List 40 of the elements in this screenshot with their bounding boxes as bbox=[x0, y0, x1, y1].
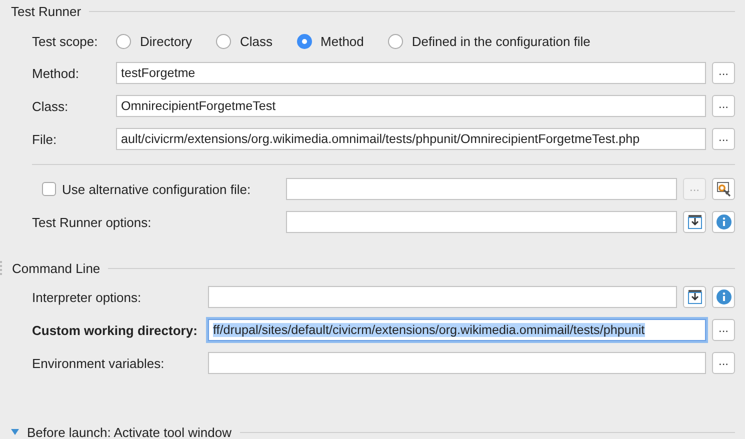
text-field[interactable]: ault/civicrm/extensions/org.wikimedia.omnimail/tests/phpunit/OmnirecipientForgetmeTest.php bbox=[116, 128, 706, 150]
insert-icon bbox=[686, 214, 702, 230]
configure-button[interactable] bbox=[712, 178, 735, 200]
text-field[interactable] bbox=[208, 286, 677, 308]
browse-button[interactable]: ... bbox=[712, 352, 735, 374]
info-button[interactable] bbox=[712, 211, 735, 233]
insert-icon bbox=[686, 289, 702, 305]
info-icon bbox=[716, 289, 732, 305]
browse-button[interactable]: ... bbox=[712, 128, 735, 150]
expand-field-button[interactable] bbox=[683, 211, 706, 233]
section-title: Before launch: Activate tool window bbox=[27, 424, 232, 439]
info-icon bbox=[716, 214, 732, 230]
field-label: Test Runner options: bbox=[32, 214, 152, 230]
section-title: Command Line bbox=[12, 260, 100, 276]
info-button[interactable] bbox=[712, 286, 735, 308]
field-label: Interpreter options: bbox=[32, 290, 142, 304]
checkbox-label: Use alternative configuration file: bbox=[62, 182, 251, 196]
text-field[interactable] bbox=[208, 352, 706, 374]
field-label: Environment variables: bbox=[32, 356, 166, 370]
text-field[interactable] bbox=[286, 211, 677, 233]
expand-field-button[interactable] bbox=[683, 286, 706, 308]
field-label: Custom working directory: bbox=[32, 322, 198, 338]
text-field[interactable]: testForgetme bbox=[116, 62, 706, 84]
text-field[interactable]: OmnirecipientForgetmeTest bbox=[116, 95, 706, 117]
checkbox[interactable] bbox=[42, 182, 56, 196]
field-label: Test scope: bbox=[32, 34, 99, 48]
field-label: Method: bbox=[32, 66, 80, 80]
field-label: Class: bbox=[32, 98, 70, 114]
browse-button[interactable]: ... bbox=[712, 95, 735, 117]
radio-option[interactable]: Class bbox=[216, 34, 273, 48]
text-field[interactable] bbox=[286, 178, 677, 200]
radio-option[interactable]: Directory bbox=[116, 34, 192, 48]
browse-button[interactable]: ... bbox=[712, 62, 735, 84]
radio-option[interactable]: Defined in the configuration file bbox=[388, 34, 590, 48]
browse-button[interactable]: ... bbox=[712, 319, 735, 341]
field-label: File: bbox=[32, 132, 58, 146]
section-title: Test Runner bbox=[11, 4, 82, 18]
text-field[interactable]: ff/drupal/sites/default/civicrm/extensions/org.wikimedia.omnimail/tests/phpunit bbox=[208, 319, 706, 341]
radio-option[interactable]: Method bbox=[296, 34, 364, 48]
expand-triangle-icon[interactable] bbox=[11, 429, 19, 435]
